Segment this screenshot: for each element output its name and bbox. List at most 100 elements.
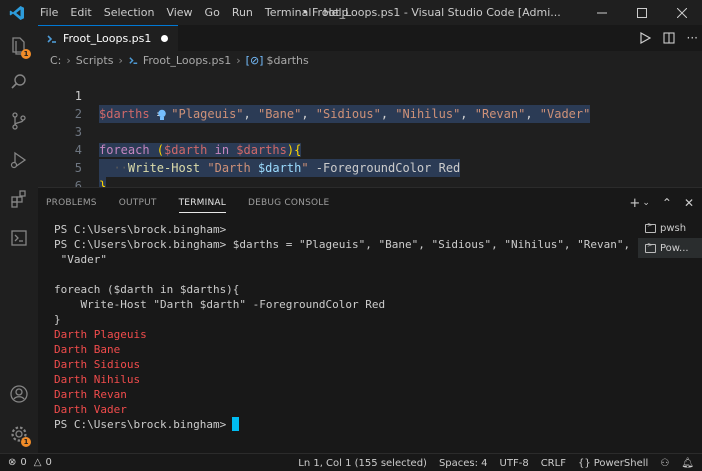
breadcrumb: C: › Scripts › Froot_Loops.ps1 › [⊘] $da… <box>38 51 702 69</box>
terminal-output-line: Darth Vader <box>54 403 127 416</box>
feedback-icon[interactable]: ⚇ <box>660 458 669 469</box>
account-icon[interactable] <box>0 375 38 413</box>
terminal-list-label: Pow... <box>660 242 689 254</box>
menu-edit[interactable]: Edit <box>64 0 97 25</box>
code-line-6: 6 <box>38 159 702 193</box>
terminal-list-item-powershell[interactable]: Pow... <box>638 238 702 258</box>
terminal-output[interactable]: PS C:\Users\brock.bingham> PS C:\Users\b… <box>54 222 634 432</box>
language-mode[interactable]: {} PowerShell <box>578 458 648 469</box>
minimize-button[interactable] <box>582 0 622 25</box>
explorer-icon[interactable]: 1 <box>0 27 38 65</box>
breadcrumb-file[interactable]: Froot_Loops.ps1 <box>128 54 231 67</box>
code-line-1: 1 $darths = "Plageuis", "Bane", "Sidious… <box>38 69 702 123</box>
breadcrumb-symbol[interactable]: [⊘] $darths <box>246 54 309 67</box>
indentation[interactable]: Spaces: 4 <box>439 458 488 469</box>
error-count: 0 <box>20 457 27 468</box>
variable-symbol-icon: [⊘] <box>245 53 264 67</box>
breadcrumb-file-label: Froot_Loops.ps1 <box>142 53 232 67</box>
minimize-icon <box>597 12 607 13</box>
terminal-output-line: Darth Bane <box>54 343 121 356</box>
terminal-output-line: Darth Plageuis <box>54 328 147 341</box>
code-line-4: 4 ··Write-Host "Darth $darth" -Foregroun… <box>38 123 702 177</box>
terminal-icon <box>645 221 656 233</box>
terminal-line: } <box>54 313 61 326</box>
code-editor[interactable]: 1 $darths = "Plageuis", "Bane", "Sidious… <box>38 69 702 195</box>
search-icon[interactable] <box>0 63 38 101</box>
run-debug-icon[interactable] <box>0 141 38 179</box>
breadcrumb-drive[interactable]: C: <box>50 54 61 67</box>
chevron-right-icon: › <box>118 53 123 67</box>
extensions-icon[interactable] <box>0 180 38 218</box>
tab-terminal[interactable]: TERMINAL <box>178 188 227 218</box>
split-editor-icon[interactable] <box>662 32 675 44</box>
restore-icon <box>637 7 647 18</box>
breadcrumb-symbol-label: $darths <box>266 53 309 67</box>
terminal-prompt: PS C:\Users\brock.bingham> <box>54 418 227 431</box>
menu-selection[interactable]: Selection <box>98 0 161 25</box>
problems-status[interactable]: ⊗ 0 △ 0 <box>0 457 52 468</box>
braces-icon: {} <box>577 457 591 469</box>
close-window-button[interactable] <box>662 0 702 25</box>
window-title: • Froot_Loops.ps1 - Visual Studio Code [… <box>302 6 561 19</box>
tab-debug-console[interactable]: DEBUG CONSOLE <box>248 188 329 218</box>
new-terminal-icon[interactable]: + <box>629 196 640 211</box>
terminal-list-label: pwsh <box>660 222 687 234</box>
source-control-icon[interactable] <box>0 102 38 140</box>
encoding[interactable]: UTF-8 <box>500 458 529 469</box>
terminal-prompt-line: PS C:\Users\brock.bingham> <box>54 417 634 432</box>
settings-badge: 1 <box>21 437 31 447</box>
code-line-3: 3 foreach ($darth in $darths){ <box>38 105 702 157</box>
editor-tab-bar: Froot_Loops.ps1 ··· <box>38 25 702 51</box>
terminal-list-item-pwsh[interactable]: pwsh <box>638 218 702 238</box>
activity-bar: 1 1 <box>0 25 38 453</box>
terminal-line: Write-Host "Darth $darth" -ForegroundCol… <box>54 298 386 311</box>
tab-label: Froot_Loops.ps1 <box>63 32 152 45</box>
bottom-panel: PROBLEMS OUTPUT TERMINAL DEBUG CONSOLE +… <box>38 187 702 453</box>
code-line-2: 2 <box>38 87 702 121</box>
restore-button[interactable] <box>622 0 662 25</box>
editor-area: Froot_Loops.ps1 ··· C: › Scripts › Froot… <box>38 25 702 195</box>
warning-count: 0 <box>45 457 52 468</box>
explorer-badge: 1 <box>21 49 31 59</box>
terminal-line: foreach ($darth in $darths){ <box>54 283 240 296</box>
close-panel-icon[interactable]: ✕ <box>684 196 694 210</box>
remote-explorer-icon[interactable] <box>0 219 38 257</box>
menu-file[interactable]: File <box>34 0 64 25</box>
tab-problems[interactable]: PROBLEMS <box>46 188 97 218</box>
editor-actions: ··· <box>639 25 698 51</box>
terminal-line: PS C:\Users\brock.bingham> $darths = "Pl… <box>54 238 631 251</box>
menu-view[interactable]: View <box>160 0 198 25</box>
powershell-file-icon <box>47 34 56 43</box>
chevron-right-icon: › <box>236 53 241 67</box>
error-icon: ⊗ <box>8 457 17 468</box>
terminal-output-line: Darth Revan <box>54 388 127 401</box>
terminal-icon <box>645 241 656 253</box>
line-endings[interactable]: CRLF <box>541 458 566 469</box>
terminal-list: pwsh Pow... <box>638 218 702 258</box>
cursor-position[interactable]: Ln 1, Col 1 (155 selected) <box>298 458 427 469</box>
status-bar: ⊗ 0 △ 0 Ln 1, Col 1 (155 selected) Space… <box>0 453 702 471</box>
menu-run[interactable]: Run <box>226 0 259 25</box>
tab-froot-loops[interactable]: Froot_Loops.ps1 <box>38 25 179 51</box>
close-icon <box>677 7 687 18</box>
title-bar: File Edit Selection View Go Run Terminal… <box>0 0 702 25</box>
notifications-bell-icon[interactable]: 🔔︎ <box>681 458 694 469</box>
more-actions-icon[interactable]: ··· <box>687 31 698 45</box>
unsaved-dot-icon[interactable] <box>161 35 169 42</box>
run-file-icon[interactable] <box>639 32 651 44</box>
vscode-logo-icon <box>0 0 34 25</box>
chevron-down-icon[interactable]: ⌄ <box>642 198 650 208</box>
code-line-5: 5 } <box>38 141 702 195</box>
terminal-line: PS C:\Users\brock.bingham> <box>54 223 227 236</box>
terminal-cursor <box>232 417 240 431</box>
panel-tab-bar: PROBLEMS OUTPUT TERMINAL DEBUG CONSOLE <box>38 188 702 218</box>
terminal-line: "Vader" <box>54 253 107 266</box>
panel-actions: + ⌄ ⌃ ✕ <box>629 188 694 218</box>
breadcrumb-folder[interactable]: Scripts <box>76 54 114 67</box>
settings-gear-icon[interactable]: 1 <box>0 415 38 453</box>
terminal-output-line: Darth Nihilus <box>54 373 141 386</box>
maximize-panel-icon[interactable]: ⌃ <box>662 196 672 210</box>
tab-output[interactable]: OUTPUT <box>119 188 157 218</box>
menu-go[interactable]: Go <box>199 0 226 25</box>
